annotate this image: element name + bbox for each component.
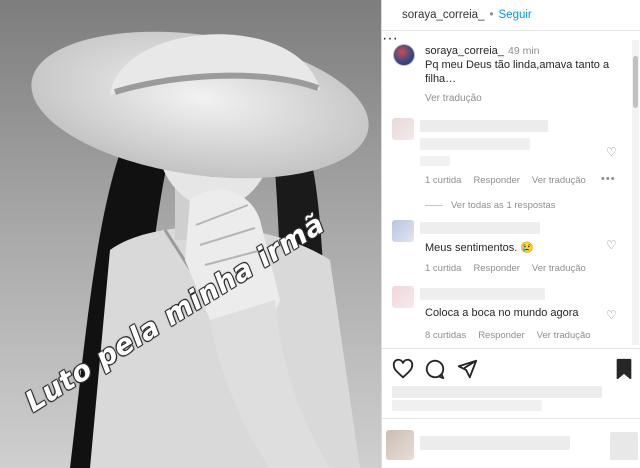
comment-meta: 1 curtida Responder Ver tradução <box>425 175 586 186</box>
blurred-comment-line <box>420 156 450 166</box>
heart-icon[interactable]: ♡ <box>606 308 617 322</box>
comment-avatar-blurred[interactable] <box>392 220 414 242</box>
blurred-post-button <box>610 432 638 460</box>
avatar[interactable] <box>393 44 415 66</box>
comment-text: Coloca a boca no mundo agora <box>425 307 579 319</box>
comment-likes[interactable]: 1 curtida <box>425 175 461 186</box>
comment-meta: 1 curtida Responder Ver tradução <box>425 263 586 274</box>
header-separator: • <box>489 9 494 21</box>
heart-icon[interactable]: ♡ <box>606 238 617 252</box>
post-photo[interactable]: Luto pela minha irmã <box>0 0 381 468</box>
scrollbar-thumb[interactable] <box>633 56 638 108</box>
reply-button[interactable]: Responder <box>473 175 519 186</box>
comment-likes[interactable]: 8 curtidas <box>425 330 466 341</box>
post-header: soraya_correia_ • Seguir <box>382 0 640 30</box>
bookmark-icon[interactable] <box>614 358 634 380</box>
blurred-username <box>420 288 545 300</box>
blurred-comment-line <box>420 138 530 150</box>
send-icon[interactable] <box>456 358 478 380</box>
header-username[interactable]: soraya_correia_ <box>402 9 484 21</box>
blurred-comment-line <box>420 120 548 132</box>
comment-text: Meus sentimentos. 😢 <box>425 242 535 254</box>
blurred-input-text <box>420 436 570 450</box>
comment-meta: 8 curtidas Responder Ver tradução <box>425 330 591 341</box>
viewer-avatar-blurred[interactable] <box>386 430 414 460</box>
heart-icon[interactable] <box>392 358 414 380</box>
footer-divider <box>382 418 640 419</box>
reply-button[interactable]: Responder <box>478 330 524 341</box>
caption-translate-link[interactable]: Ver tradução <box>425 93 482 104</box>
comment-avatar-blurred[interactable] <box>392 286 414 308</box>
actions-divider <box>382 348 640 349</box>
view-replies-label[interactable]: Ver todas as 1 respostas <box>451 200 556 211</box>
reply-button[interactable]: Responder <box>473 263 519 274</box>
view-replies-link[interactable]: Ver todas as 1 respostas <box>425 200 556 211</box>
caption-time[interactable]: 49 min <box>508 45 540 57</box>
header-divider <box>382 30 640 31</box>
comment-icon[interactable] <box>424 358 446 380</box>
translate-link[interactable]: Ver tradução <box>532 263 586 274</box>
translate-link[interactable]: Ver tradução <box>537 330 591 341</box>
blurred-username <box>420 222 540 234</box>
blurred-likes-line <box>392 400 542 411</box>
blurred-likes-line <box>392 386 602 398</box>
more-options-button[interactable]: ··· <box>382 30 398 47</box>
action-bar <box>392 358 636 382</box>
follow-button[interactable]: Seguir <box>499 9 532 21</box>
replies-line <box>425 205 443 206</box>
caption-text: Pq meu Deus tão linda,amava tanto a filh… <box>425 59 610 85</box>
translate-link[interactable]: Ver tradução <box>532 175 586 186</box>
comment-more-icon[interactable]: ••• <box>601 173 616 185</box>
heart-icon[interactable]: ♡ <box>606 145 617 159</box>
caption-username[interactable]: soraya_correia_ <box>425 45 504 57</box>
comment-likes[interactable]: 1 curtida <box>425 263 461 274</box>
comment-avatar-blurred[interactable] <box>392 118 414 140</box>
